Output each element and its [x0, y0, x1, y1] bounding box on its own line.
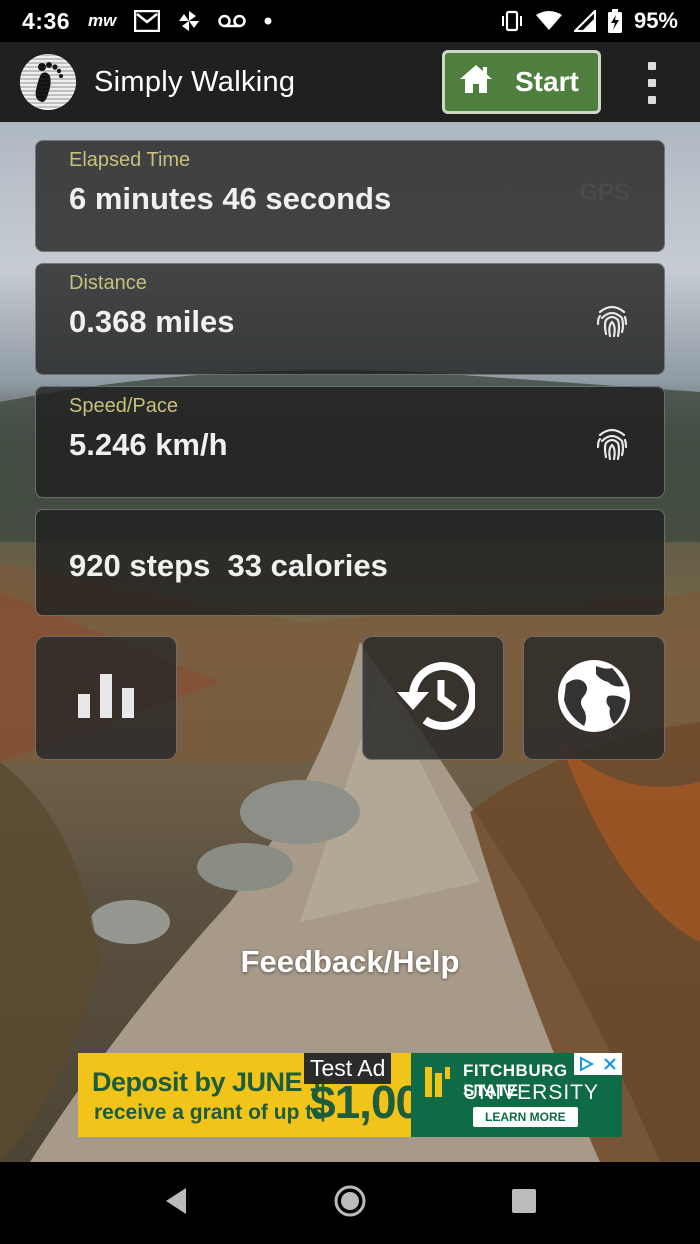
- system-nav-bar: [0, 1162, 700, 1244]
- elapsed-time-card: Elapsed Time 6 minutes 46 seconds GPS: [35, 140, 665, 252]
- bar-chart-icon: [76, 673, 136, 723]
- gmail-icon: [134, 10, 161, 32]
- elapsed-time-value: 6 minutes 46 seconds: [69, 181, 392, 216]
- ad-subline: receive a grant of up to: [94, 1101, 326, 1124]
- fingerprint-icon[interactable]: [596, 302, 628, 343]
- history-icon: [391, 658, 477, 739]
- ad-left-panel[interactable]: Deposit by JUNE 1 receive a grant of up …: [78, 1053, 446, 1137]
- close-icon[interactable]: [598, 1053, 622, 1075]
- history-button[interactable]: [362, 636, 504, 760]
- home-circle-icon[interactable]: [333, 1184, 367, 1223]
- globe-icon: [554, 656, 634, 741]
- battery-percent: 95%: [633, 8, 678, 33]
- ad-university-word: UNIVERSITY: [463, 1081, 600, 1104]
- steps-card: 920 steps 33 calories: [35, 509, 665, 616]
- app-title: Simply Walking: [94, 65, 296, 98]
- signal-icon: [573, 10, 596, 32]
- footprint-icon[interactable]: [20, 54, 76, 110]
- status-bar: 4:36 mw 95%: [0, 0, 700, 42]
- ad-banner[interactable]: Deposit by JUNE 1 receive a grant of up …: [78, 1053, 622, 1137]
- speed-card: Speed/Pace 5.246 km/h: [35, 386, 665, 498]
- overflow-menu-icon[interactable]: [640, 62, 664, 104]
- vibrate-icon: [500, 10, 524, 32]
- start-button[interactable]: Start: [442, 50, 601, 114]
- steps-calories-value: 920 steps 33 calories: [69, 548, 388, 583]
- fingerprint-icon[interactable]: [596, 425, 628, 466]
- gps-indicator: GPS: [579, 179, 630, 206]
- dot-icon: [264, 17, 272, 25]
- test-ad-label: Test Ad: [304, 1053, 392, 1084]
- speed-label: Speed/Pace: [69, 395, 178, 417]
- distance-label: Distance: [69, 272, 147, 294]
- ad-headline: Deposit by JUNE 1: [92, 1067, 324, 1097]
- status-time: 4:36: [22, 7, 71, 34]
- pinwheel-icon: [178, 10, 200, 32]
- app-bar: Simply Walking Start: [0, 42, 700, 122]
- wifi-icon: [535, 11, 562, 31]
- battery-charging-icon: [607, 9, 622, 33]
- distance-card: Distance 0.368 miles: [35, 263, 665, 375]
- feedback-help-link[interactable]: Feedback/Help: [0, 944, 700, 980]
- elapsed-time-label: Elapsed Time: [69, 149, 191, 171]
- map-button[interactable]: [523, 636, 665, 760]
- stats-button[interactable]: [35, 636, 177, 760]
- mw-icon: mw: [88, 11, 117, 30]
- start-label: Start: [515, 66, 579, 97]
- ad-choices[interactable]: [574, 1053, 622, 1075]
- back-icon[interactable]: [162, 1186, 190, 1221]
- speed-value: 5.246 km/h: [69, 427, 228, 462]
- adchoices-icon[interactable]: [574, 1053, 598, 1075]
- university-logo-icon: [423, 1065, 451, 1099]
- ad-right-panel[interactable]: FITCHBURG STATE UNIVERSITY LEARN MORE: [411, 1053, 622, 1137]
- voicemail-icon: [218, 13, 247, 29]
- recents-icon[interactable]: [510, 1187, 538, 1220]
- distance-value: 0.368 miles: [69, 304, 235, 339]
- home-icon: [459, 64, 493, 101]
- ad-learn-more-button[interactable]: LEARN MORE: [473, 1107, 578, 1127]
